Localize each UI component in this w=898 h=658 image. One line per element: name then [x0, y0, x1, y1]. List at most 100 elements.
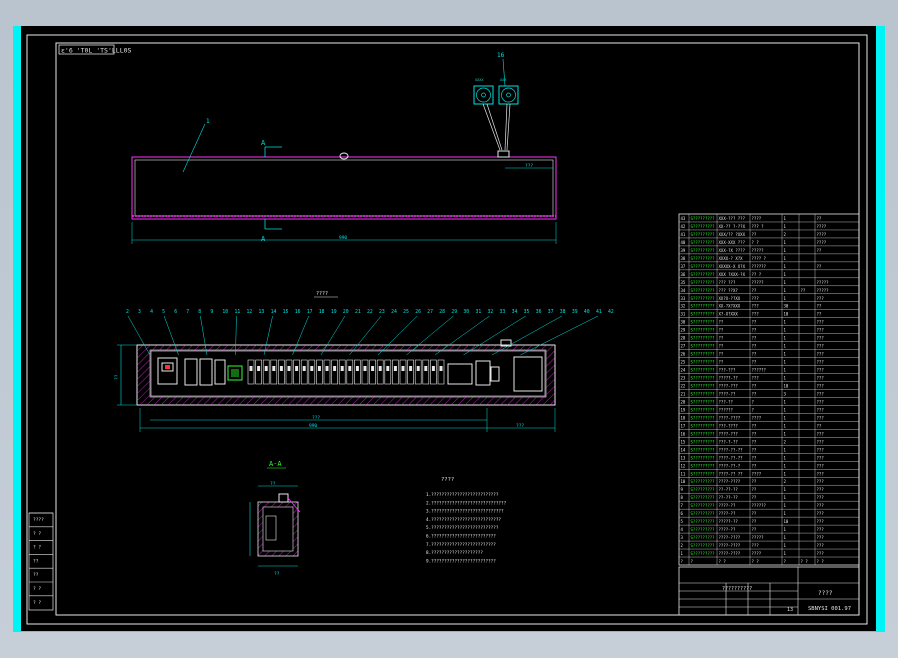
plan-balloon-label: 25 — [403, 309, 409, 315]
bom-cell: ?????? — [752, 264, 767, 269]
bom-cell: S????????? — [691, 344, 716, 349]
bom-cell: ????? — [817, 288, 830, 293]
plan-balloon-label: 37 — [548, 309, 554, 315]
bom-cell: ??? — [817, 551, 825, 556]
bom-cell: ??? — [817, 535, 825, 540]
plan-balloon-label: 42 — [608, 309, 614, 315]
bom-cell: 1 — [784, 407, 787, 412]
plan-balloon-label: 38 — [560, 309, 566, 315]
bom-cell: S????????? — [691, 463, 716, 468]
bom-cell: ??? — [817, 543, 825, 548]
plan-view-title: ???? — [316, 291, 328, 297]
bom-cell: 1 — [784, 264, 787, 269]
bom-cell: S????????? — [691, 272, 716, 277]
bom-cell: 1 — [784, 551, 787, 556]
bom-cell: ??? — [817, 328, 825, 333]
breaker-toggle — [340, 366, 344, 371]
bom-cell: ?? — [719, 320, 724, 325]
bom-cell: S????????? — [691, 519, 716, 524]
title-block-scale: 13 — [787, 607, 793, 613]
bom-cell: 1 — [784, 471, 787, 476]
section-dim-bottom: ?? — [274, 571, 280, 577]
bom-cell: ??? — [817, 384, 825, 389]
bom-cell: 34 — [681, 288, 686, 293]
cad-drawing-canvas[interactable]: ɛ'6 'T0L 'TS'LLL0S ??? 1 A A 990 XXXX XX… — [21, 26, 876, 631]
breaker-toggle — [317, 366, 321, 371]
bom-header-cell: ? — [691, 559, 694, 564]
bom-cell: ??? — [817, 463, 825, 468]
fan-balloon: 16 — [497, 52, 505, 59]
plan-balloon-label: 11 — [234, 309, 240, 315]
bom-cell: ??? — [817, 447, 825, 452]
bom-cell: ?? — [752, 495, 757, 500]
bom-cell: ????? — [752, 535, 765, 540]
bom-cell: ??? — [752, 312, 760, 317]
breaker-toggle — [363, 366, 367, 371]
bom-cell: ???-???? — [719, 423, 739, 428]
bom-cell: 17 — [681, 423, 686, 428]
breaker-toggle — [264, 366, 268, 371]
bom-header-cell: ? ? — [719, 559, 727, 564]
note-line: 9.????????????????????????? — [426, 558, 496, 564]
bom-cell: 6 — [681, 511, 684, 516]
note-line: 4.??????????????????????????? — [426, 517, 501, 523]
plan-balloon-label: 34 — [512, 309, 518, 315]
bom-cell: ????-??? — [719, 431, 739, 436]
bom-cell: ??? — [817, 344, 825, 349]
plan-balloon-label: 26 — [415, 309, 421, 315]
bom-cell: ??? — [817, 399, 825, 404]
bom-cell: S????????? — [691, 423, 716, 428]
bom-cell: 31 — [681, 312, 686, 317]
note-line: 1.?????????????????????????? — [426, 492, 499, 498]
bom-cell: 1 — [784, 240, 787, 245]
bom-cell: S????????? — [691, 439, 716, 444]
plan-balloon-label: 9 — [210, 309, 213, 315]
breaker-toggle — [378, 366, 382, 371]
bom-cell: ???? — [752, 216, 762, 221]
plan-balloon-label: 10 — [222, 309, 228, 315]
bom-header-cell: ? ? — [817, 559, 825, 564]
bom-cell: S????????? — [691, 304, 716, 309]
bom-cell: S????????? — [691, 240, 716, 245]
note-line: 5.?????????????????????????? — [426, 525, 499, 531]
bom-cell: ??? — [817, 407, 825, 412]
plan-balloon-label: 4 — [150, 309, 153, 315]
section-letter-bottom: A — [261, 235, 266, 243]
plan-balloon-label: 32 — [488, 309, 494, 315]
bom-cell: S????????? — [691, 288, 716, 293]
bom-cell: S????????? — [691, 399, 716, 404]
plan-balloon-label: 7 — [186, 309, 189, 315]
bom-cell: 9 — [681, 487, 684, 492]
bom-cell: 1 — [784, 431, 787, 436]
bom-cell: S????????? — [691, 527, 716, 532]
bom-cell: 1 — [784, 463, 787, 468]
bom-cell: ?? — [752, 479, 757, 484]
bom-cell: ??? — [817, 376, 825, 381]
bom-cell: 1 — [784, 328, 787, 333]
bom-cell: S????????? — [691, 551, 716, 556]
svg-text:???: ??? — [525, 163, 533, 169]
bom-cell: S????????? — [691, 415, 716, 420]
bom-cell: ????-?? ?? — [719, 471, 744, 476]
breaker-toggle — [333, 366, 337, 371]
bom-cell: 15 — [681, 439, 686, 444]
svg-text:XXXX: XXXX — [475, 78, 484, 82]
bom-cell: ?? — [752, 288, 757, 293]
bom-cell: ??? — [817, 431, 825, 436]
bom-cell: XXX/?? ?XXX — [719, 232, 746, 237]
bom-cell: ????-???? — [719, 543, 741, 548]
bom-cell: ????-?? — [719, 503, 736, 508]
bom-cell: XX?X-??XX — [719, 296, 741, 301]
bom-cell: ???? — [752, 471, 762, 476]
bom-cell: 13 — [681, 455, 686, 460]
bom-cell: ??? ? — [752, 224, 765, 229]
bom-cell: 27 — [681, 344, 686, 349]
plan-balloon-label: 27 — [427, 309, 433, 315]
bom-cell: S????????? — [691, 384, 716, 389]
bom-cell: ??? — [752, 376, 760, 381]
breaker-toggle — [371, 366, 375, 371]
bom-cell: ?? — [752, 439, 757, 444]
plan-balloon-label: 22 — [367, 309, 373, 315]
breaker-toggle — [431, 366, 435, 371]
bom-cell: ??? — [817, 352, 825, 357]
